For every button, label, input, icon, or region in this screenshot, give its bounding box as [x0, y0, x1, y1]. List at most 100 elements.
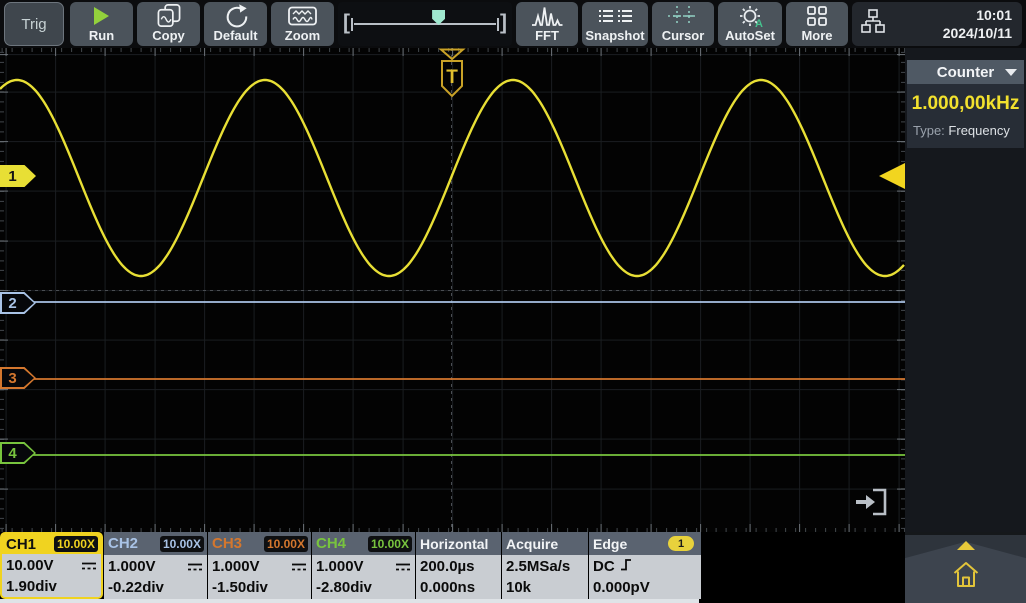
more-label: More	[801, 28, 833, 43]
more-button[interactable]: More	[786, 2, 848, 46]
ch3-values: 1.000V -1.50div	[208, 555, 311, 599]
copy-label: Copy	[152, 28, 185, 43]
top-toolbar: Trig Run Copy Default Zoom [] FFT Snaps…	[0, 0, 1026, 48]
counter-type-value: Frequency	[948, 123, 1010, 138]
run-play-icon	[70, 2, 133, 29]
clock-time: 10:01	[976, 7, 1012, 23]
edge-coupling: DC	[593, 558, 615, 575]
counter-value: 1.000,00kHz	[911, 93, 1020, 114]
collapse-up-icon[interactable]	[956, 541, 975, 550]
enter-fullscreen-icon[interactable]	[852, 486, 890, 523]
ch1-position-marker[interactable]: 1	[0, 165, 36, 187]
ch4-offset: -2.80div	[316, 579, 372, 596]
slider-left-tick	[351, 17, 353, 31]
ch2-position-marker[interactable]: 2	[0, 292, 36, 314]
trig-button[interactable]: Trig	[4, 2, 64, 46]
trigger-position-marker[interactable]: T	[437, 48, 467, 107]
ch1-marker-number: 1	[8, 167, 17, 185]
ch1-name: CH1	[6, 535, 37, 553]
slider-thumb[interactable]	[432, 10, 446, 25]
edge-title: Edge	[593, 535, 628, 552]
snapshot-label: Snapshot	[585, 28, 645, 43]
corner-panel	[905, 532, 1026, 603]
horizontal-position-slider[interactable]: [ ]	[338, 2, 512, 46]
ch2-probe-badge: 10.00X	[159, 535, 204, 552]
ch2-name: CH2	[108, 535, 139, 552]
ch4-values: 1.000V -2.80div	[312, 555, 415, 599]
more-grid-icon	[786, 2, 848, 29]
dc-coupling-icon	[395, 562, 411, 572]
fft-label: FFT	[535, 28, 559, 43]
autoset-a-glyph: A	[755, 17, 763, 30]
home-button[interactable]	[951, 559, 981, 596]
default-reset-icon	[204, 2, 267, 29]
rising-edge-icon	[619, 557, 633, 576]
copy-icon	[137, 2, 200, 29]
ch3-volts: 1.000V	[212, 558, 260, 575]
ch3-status-block[interactable]: CH3 10.00X 1.000V -1.50div	[208, 532, 311, 599]
acquire-status-block[interactable]: Acquire 2.5MSa/s 10k	[502, 532, 588, 599]
ch4-marker-number: 4	[8, 444, 17, 462]
trig-label: Trig	[21, 15, 47, 33]
zoom-button[interactable]: Zoom	[271, 2, 334, 46]
clock-panel: 10:01 2024/10/11	[852, 2, 1022, 46]
status-bar-bottom-strip	[0, 599, 699, 603]
horizontal-delay: 0.000ns	[420, 579, 476, 596]
run-label: Run	[88, 28, 115, 43]
zoom-label: Zoom	[284, 28, 321, 43]
acquire-title: Acquire	[506, 535, 559, 552]
ch4-name: CH4	[316, 535, 347, 552]
corner-panel-bg	[905, 535, 1026, 603]
dc-coupling-icon	[81, 561, 97, 571]
waveform-display: 1 2 3 4 T	[0, 48, 905, 532]
acquire-mem-depth: 10k	[506, 579, 532, 596]
ch4-probe-badge: 10.00X	[367, 535, 412, 552]
horizontal-title: Horizontal	[420, 535, 489, 552]
run-button[interactable]: Run	[70, 2, 133, 46]
trigger-source-badge: 1	[668, 536, 694, 551]
cursor-label: Cursor	[661, 28, 705, 43]
ch4-status-block[interactable]: CH4 10.00X 1.000V -2.80div	[312, 532, 415, 599]
ch1-probe-badge: 10.00X	[53, 536, 98, 552]
ch4-volts: 1.000V	[316, 558, 364, 575]
fft-button[interactable]: FFT	[516, 2, 578, 46]
ch2-header: CH2 10.00X	[104, 532, 207, 555]
slider-left-bracket: [	[343, 11, 350, 34]
ch3-marker-number: 3	[8, 369, 17, 387]
snapshot-list-icon	[582, 2, 648, 29]
counter-dropdown[interactable]: Counter	[907, 60, 1024, 84]
chevron-down-icon	[1005, 69, 1017, 76]
ch4-position-marker[interactable]: 4	[0, 442, 36, 464]
acquire-sample-rate: 2.5MSa/s	[506, 558, 571, 575]
ch1-offset: 1.90div	[6, 578, 57, 595]
slider-track[interactable]	[354, 10, 496, 25]
network-icon[interactable]	[860, 8, 886, 40]
ch1-values: 10.00V 1.90div	[2, 554, 101, 597]
horizontal-status-block[interactable]: Horizontal 200.0µs 0.000ns	[416, 532, 501, 599]
autoset-button[interactable]: A AutoSet	[718, 2, 782, 46]
trigger-symbol: T	[446, 67, 458, 88]
clock-date: 2024/10/11	[942, 25, 1012, 41]
ch3-header: CH3 10.00X	[208, 532, 311, 555]
trigger-level-value: 0.000pV	[593, 579, 650, 596]
dc-coupling-icon	[291, 562, 307, 572]
zoom-waveform-icon	[271, 2, 334, 29]
counter-type: Type: Frequency	[907, 121, 1024, 138]
dc-coupling-icon	[187, 562, 203, 572]
counter-type-label: Type:	[913, 123, 945, 138]
ch2-status-block[interactable]: CH2 10.00X 1.000V -0.22div	[104, 532, 207, 599]
ch2-offset: -0.22div	[108, 579, 164, 596]
default-button[interactable]: Default	[204, 2, 267, 46]
cursor-button[interactable]: Cursor	[652, 2, 714, 46]
ch3-position-marker[interactable]: 3	[0, 367, 36, 389]
ch2-marker-number: 2	[8, 294, 17, 312]
status-bar: CH1 10.00X 10.00V 1.90div CH2 10.00X 1.0…	[0, 532, 1026, 603]
default-label: Default	[213, 28, 258, 43]
copy-button[interactable]: Copy	[137, 2, 200, 46]
slider-right-bracket: ]	[500, 11, 507, 34]
snapshot-button[interactable]: Snapshot	[582, 2, 648, 46]
ch1-status-block[interactable]: CH1 10.00X 10.00V 1.90div	[0, 532, 103, 599]
horizontal-scale: 200.0µs	[420, 558, 475, 575]
trigger-status-block[interactable]: Edge 1 DC 0.000pV	[589, 532, 701, 599]
trigger-level-marker[interactable]	[879, 163, 905, 189]
